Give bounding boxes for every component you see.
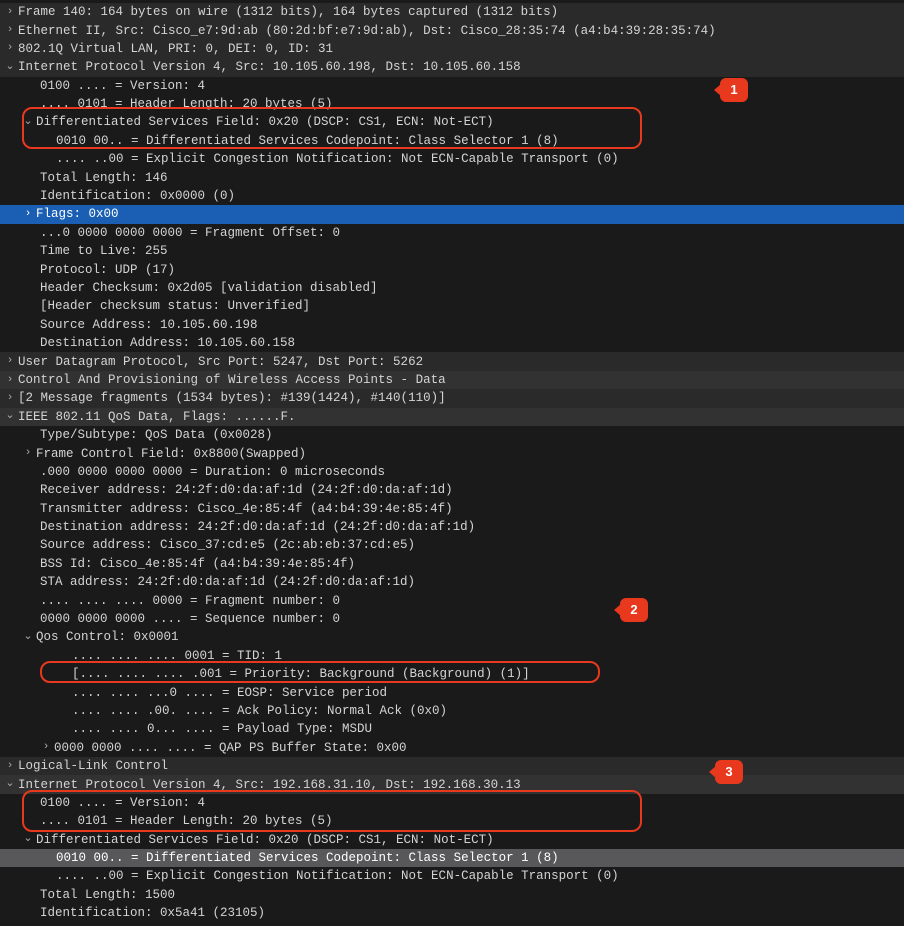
tree-row[interactable]: .... .... 0... .... = Payload Type: MSDU xyxy=(0,720,904,738)
chevron-right-icon: › xyxy=(22,209,34,220)
tree-row[interactable]: Receiver address: 24:2f:d0:da:af:1d (24:… xyxy=(0,481,904,499)
tree-row-dscp-inner[interactable]: ⌄Differentiated Services Field: 0x20 (DS… xyxy=(0,831,904,849)
chevron-right-icon: › xyxy=(4,43,16,54)
chevron-down-icon: ⌄ xyxy=(4,62,16,73)
tree-row[interactable]: Total Length: 1500 xyxy=(0,886,904,904)
chevron-right-icon: › xyxy=(40,742,52,753)
tree-row[interactable]: Type/Subtype: QoS Data (0x0028) xyxy=(0,426,904,444)
tree-row[interactable]: .... ..00 = Explicit Congestion Notifica… xyxy=(0,867,904,885)
chevron-right-icon: › xyxy=(4,25,16,36)
tree-row[interactable]: STA address: 24:2f:d0:da:af:1d (24:2f:d0… xyxy=(0,573,904,591)
chevron-down-icon: ⌄ xyxy=(22,632,34,643)
tree-row[interactable]: Time to Live: 255 xyxy=(0,242,904,260)
tree-row[interactable]: ...0 0000 0000 0000 = Fragment Offset: 0 xyxy=(0,224,904,242)
tree-row[interactable]: Destination Address: 10.105.60.158 xyxy=(0,334,904,352)
tree-row[interactable]: .... ..00 = Explicit Congestion Notifica… xyxy=(0,150,904,168)
tree-row[interactable]: [Header checksum status: Unverified] xyxy=(0,297,904,315)
tree-row[interactable]: Identification: 0x0000 (0) xyxy=(0,187,904,205)
annotation-callout-2: 2 xyxy=(620,598,648,622)
tree-row[interactable]: Total Length: 146 xyxy=(0,169,904,187)
tree-row[interactable]: .... .... .... 0000 = Fragment number: 0 xyxy=(0,592,904,610)
tree-row[interactable]: BSS Id: Cisco_4e:85:4f (a4:b4:39:4e:85:4… xyxy=(0,555,904,573)
tree-row[interactable]: Identification: 0x5a41 (23105) xyxy=(0,904,904,922)
tree-row-udp[interactable]: ›User Datagram Protocol, Src Port: 5247,… xyxy=(0,352,904,370)
tree-row-frame[interactable]: ›Frame 140: 164 bytes on wire (1312 bits… xyxy=(0,3,904,21)
tree-row[interactable]: Source address: Cisco_37:cd:e5 (2c:ab:eb… xyxy=(0,536,904,554)
tree-row-reassembly[interactable]: ›[2 Message fragments (1534 bytes): #139… xyxy=(0,389,904,407)
packet-dissection-tree[interactable]: ›Frame 140: 164 bytes on wire (1312 bits… xyxy=(0,0,904,926)
chevron-right-icon: › xyxy=(4,393,16,404)
tree-row-capwap[interactable]: ›Control And Provisioning of Wireless Ac… xyxy=(0,371,904,389)
tree-row[interactable]: ›Frame Control Field: 0x8800(Swapped) xyxy=(0,444,904,462)
tree-row[interactable]: Source Address: 10.105.60.198 xyxy=(0,316,904,334)
tree-row[interactable]: 0010 00.. = Differentiated Services Code… xyxy=(0,132,904,150)
tree-row-vlan[interactable]: ›802.1Q Virtual LAN, PRI: 0, DEI: 0, ID:… xyxy=(0,40,904,58)
tree-row[interactable]: 0000 0000 0000 .... = Sequence number: 0 xyxy=(0,610,904,628)
tree-row[interactable]: .... 0101 = Header Length: 20 bytes (5) xyxy=(0,812,904,830)
tree-row-qoscontrol[interactable]: ⌄Qos Control: 0x0001 xyxy=(0,628,904,646)
tree-row-priority[interactable]: [.... .... .... .001 = Priority: Backgro… xyxy=(0,665,904,683)
annotation-callout-1: 1 xyxy=(720,78,748,102)
tree-row[interactable]: Transmitter address: Cisco_4e:85:4f (a4:… xyxy=(0,500,904,518)
tree-row-ieee80211[interactable]: ⌄IEEE 802.11 QoS Data, Flags: ......F. xyxy=(0,408,904,426)
tree-row[interactable]: 0100 .... = Version: 4 xyxy=(0,794,904,812)
tree-row[interactable]: 0100 .... = Version: 4 xyxy=(0,77,904,95)
chevron-right-icon: › xyxy=(4,7,16,18)
chevron-right-icon: › xyxy=(4,375,16,386)
tree-row[interactable]: ›0000 0000 .... .... = QAP PS Buffer Sta… xyxy=(0,739,904,757)
tree-row-ipv4-inner[interactable]: ⌄Internet Protocol Version 4, Src: 192.1… xyxy=(0,775,904,793)
chevron-down-icon: ⌄ xyxy=(22,834,34,845)
tree-row-llc[interactable]: ›Logical-Link Control xyxy=(0,757,904,775)
chevron-down-icon: ⌄ xyxy=(22,117,34,128)
chevron-right-icon: › xyxy=(22,448,34,459)
tree-row[interactable]: .... .... .... 0001 = TID: 1 xyxy=(0,647,904,665)
tree-row[interactable]: .... .... ...0 .... = EOSP: Service peri… xyxy=(0,683,904,701)
tree-row[interactable]: Destination address: 24:2f:d0:da:af:1d (… xyxy=(0,518,904,536)
tree-row[interactable]: .... .... .00. .... = Ack Policy: Normal… xyxy=(0,702,904,720)
annotation-callout-3: 3 xyxy=(715,760,743,784)
tree-row[interactable]: .000 0000 0000 0000 = Duration: 0 micros… xyxy=(0,463,904,481)
tree-row-dscp[interactable]: ⌄Differentiated Services Field: 0x20 (DS… xyxy=(0,113,904,131)
tree-row-ethernet[interactable]: ›Ethernet II, Src: Cisco_e7:9d:ab (80:2d… xyxy=(0,21,904,39)
tree-row[interactable]: .... 0101 = Header Length: 20 bytes (5) xyxy=(0,95,904,113)
chevron-right-icon: › xyxy=(4,356,16,367)
chevron-down-icon: ⌄ xyxy=(4,411,16,422)
chevron-right-icon: › xyxy=(4,761,16,772)
tree-row-flags[interactable]: ›Flags: 0x00 xyxy=(0,205,904,223)
tree-row[interactable]: Protocol: UDP (17) xyxy=(0,260,904,278)
tree-row-dscp-codepoint[interactable]: 0010 00.. = Differentiated Services Code… xyxy=(0,849,904,867)
tree-row-ipv4[interactable]: ⌄Internet Protocol Version 4, Src: 10.10… xyxy=(0,58,904,76)
chevron-down-icon: ⌄ xyxy=(4,779,16,790)
tree-row[interactable]: Header Checksum: 0x2d05 [validation disa… xyxy=(0,279,904,297)
